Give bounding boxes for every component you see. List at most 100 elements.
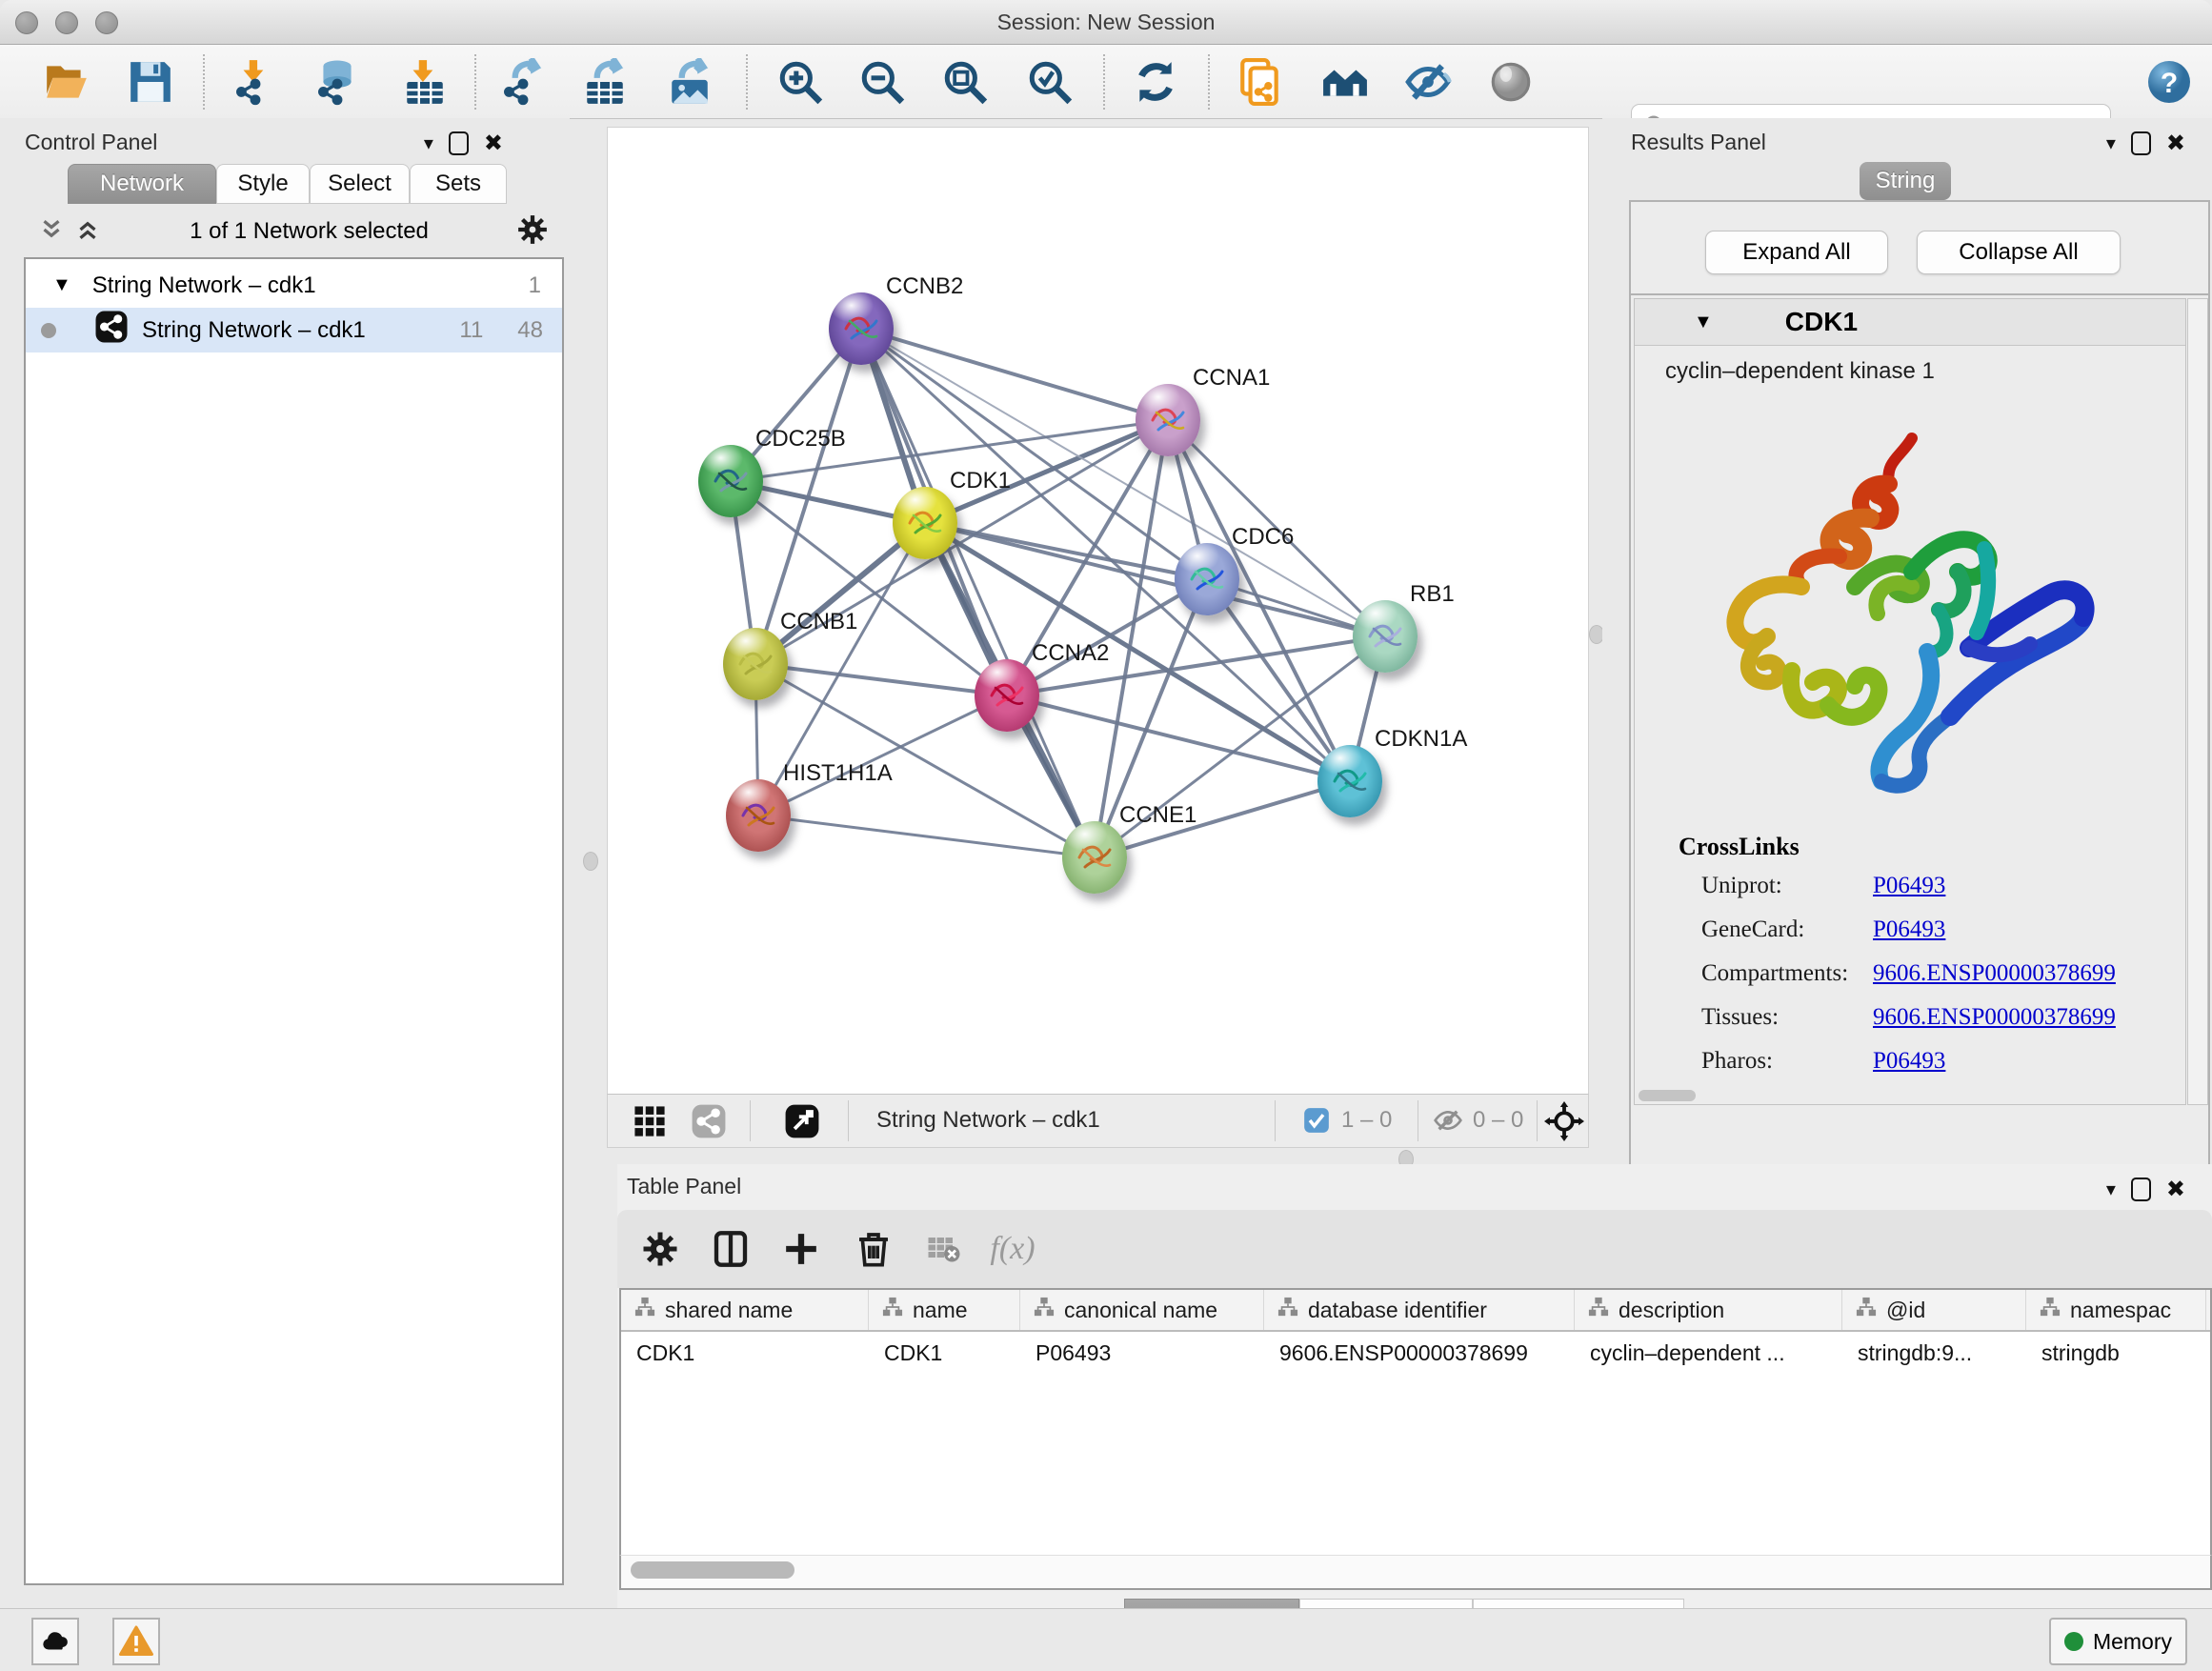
- network-canvas[interactable]: CCNB2CCNA1CDC25BCDK1CDC6RB1CCNB1CCNA2CDK…: [607, 127, 1589, 1096]
- network-node-CDC25B[interactable]: [698, 445, 763, 517]
- gene-header-row[interactable]: ▼ CDK1: [1635, 299, 2185, 346]
- import-network-database-button[interactable]: [312, 57, 362, 107]
- left-splitter-handle[interactable]: [583, 852, 598, 871]
- refresh-network-button[interactable]: [1131, 57, 1180, 107]
- export-network-button[interactable]: [498, 57, 548, 107]
- save-session-button[interactable]: [126, 57, 175, 107]
- panel-menu-icon[interactable]: ▾: [2106, 131, 2116, 155]
- network-node-CDC6[interactable]: [1175, 543, 1239, 615]
- tab-sets[interactable]: Sets: [410, 164, 507, 204]
- hide-selection-button[interactable]: [1403, 57, 1453, 107]
- birds-eye-view-icon[interactable]: [777, 1097, 827, 1146]
- memory-button[interactable]: Memory: [2049, 1618, 2187, 1665]
- panel-menu-icon[interactable]: ▾: [2106, 1178, 2116, 1201]
- clone-network-button[interactable]: [1236, 57, 1285, 107]
- close-panel-icon[interactable]: ✖: [484, 130, 503, 157]
- grid-view-icon[interactable]: [625, 1097, 674, 1146]
- export-image-button[interactable]: [665, 57, 714, 107]
- cloud-status-button[interactable]: [31, 1618, 79, 1665]
- network-node-CDK1[interactable]: [893, 487, 957, 559]
- column-header-shared-name[interactable]: shared name: [621, 1290, 869, 1330]
- panel-menu-icon[interactable]: ▾: [424, 131, 433, 155]
- create-column-plus-icon[interactable]: [775, 1223, 827, 1275]
- edge-CCNB2-RB1[interactable]: [861, 329, 1385, 636]
- crosslink-link[interactable]: P06493: [1873, 873, 1945, 899]
- table-hscroll-thumb[interactable]: [631, 1561, 794, 1579]
- export-table-button[interactable]: [580, 57, 630, 107]
- collapse-all-button[interactable]: Collapse All: [1917, 231, 2121, 274]
- table-cell[interactable]: cyclin–dependent ...: [1575, 1332, 1842, 1374]
- network-node-CCNE1[interactable]: [1062, 821, 1127, 894]
- column-header-description[interactable]: description: [1575, 1290, 1842, 1330]
- selected-checkbox-icon[interactable]: [1301, 1098, 1332, 1142]
- results-vscrollbar[interactable]: [2187, 298, 2208, 1105]
- network-node-CDKN1A[interactable]: [1317, 745, 1382, 817]
- network-node-CCNB1[interactable]: [723, 628, 788, 700]
- import-network-button[interactable]: [231, 57, 280, 107]
- tab-style[interactable]: Style: [216, 164, 310, 204]
- table-hscrollbar[interactable]: [619, 1555, 2212, 1590]
- edge-CCNB2-CCNA1[interactable]: [861, 329, 1168, 420]
- title-bar[interactable]: Session: New Session: [0, 0, 2212, 45]
- crosslink-link[interactable]: 9606.ENSP00000378699: [1873, 1004, 2116, 1031]
- network-node-CCNA1[interactable]: [1136, 384, 1200, 456]
- close-panel-icon[interactable]: ✖: [2166, 130, 2185, 157]
- tree-expander-icon[interactable]: ▼: [52, 274, 71, 296]
- help-button[interactable]: ?: [2144, 57, 2194, 107]
- column-header-canonical-name[interactable]: canonical name: [1020, 1290, 1264, 1330]
- crosslink-link[interactable]: P06493: [1873, 916, 1945, 943]
- close-panel-icon[interactable]: ✖: [2166, 1176, 2185, 1203]
- warnings-button[interactable]: [112, 1618, 160, 1665]
- network-collection-row[interactable]: ▼ String Network – cdk1 1: [26, 263, 562, 308]
- table-cell[interactable]: 9606.ENSP00000378699: [1264, 1332, 1575, 1374]
- column-header-namespac[interactable]: namespac: [2026, 1290, 2206, 1330]
- table-cell[interactable]: stringdb:9...: [1842, 1332, 2026, 1374]
- import-table-button[interactable]: [400, 57, 450, 107]
- collapse-all-networks-icon[interactable]: [37, 215, 66, 249]
- open-session-button[interactable]: [42, 57, 91, 107]
- network-node-CCNA2[interactable]: [975, 659, 1039, 732]
- expand-all-button[interactable]: Expand All: [1705, 231, 1888, 274]
- edge-CCNB1-CCNA2[interactable]: [755, 664, 1007, 695]
- results-hscroll-thumb[interactable]: [1639, 1090, 1696, 1101]
- first-neighbors-button[interactable]: [1320, 57, 1370, 107]
- tab-network[interactable]: Network: [68, 164, 216, 204]
- network-node-CCNB2[interactable]: [829, 292, 894, 365]
- edge-CCNB2-CCNE1[interactable]: [861, 329, 1095, 857]
- table-cell[interactable]: stringdb: [2026, 1332, 2206, 1374]
- show-all-button[interactable]: [1486, 57, 1536, 107]
- network-node-HIST1H1A[interactable]: [726, 779, 791, 852]
- column-header-name[interactable]: name: [869, 1290, 1020, 1330]
- float-panel-icon[interactable]: [2131, 1178, 2151, 1201]
- network-options-gear-icon[interactable]: [516, 213, 549, 251]
- table-cell[interactable]: CDK1: [621, 1332, 869, 1374]
- delete-column-trash-icon[interactable]: [848, 1223, 899, 1275]
- crosslink-link[interactable]: P06493: [1873, 1048, 1945, 1075]
- column-header--id[interactable]: @id: [1842, 1290, 2026, 1330]
- edge-HIST1H1A-CCNE1[interactable]: [758, 815, 1095, 857]
- edge-CCNA2-HIST1H1A[interactable]: [758, 695, 1007, 815]
- function-builder-icon[interactable]: f(x): [987, 1223, 1038, 1275]
- tab-string[interactable]: String: [1860, 162, 1951, 200]
- crosslink-link[interactable]: 9606.ENSP00000378699: [1873, 960, 2116, 987]
- float-panel-icon[interactable]: [449, 131, 469, 155]
- table-settings-gear-icon[interactable]: [634, 1223, 686, 1275]
- float-panel-icon[interactable]: [2131, 131, 2151, 155]
- tab-select[interactable]: Select: [310, 164, 410, 204]
- network-view-mode-icon[interactable]: [684, 1097, 734, 1146]
- zoom-selected-button[interactable]: [1025, 57, 1075, 107]
- network-row[interactable]: String Network – cdk1 11 48: [26, 308, 562, 352]
- zoom-fit-button[interactable]: [940, 57, 990, 107]
- hidden-eye-icon[interactable]: [1429, 1098, 1467, 1142]
- delete-table-icon[interactable]: [918, 1223, 970, 1275]
- network-node-RB1[interactable]: [1353, 600, 1418, 673]
- gene-expander-icon[interactable]: ▼: [1694, 312, 1713, 333]
- show-columns-icon[interactable]: [705, 1223, 756, 1275]
- zoom-out-button[interactable]: [857, 57, 907, 107]
- expand-all-networks-icon[interactable]: [73, 215, 102, 249]
- zoom-in-button[interactable]: [775, 57, 825, 107]
- column-header-database-identifier[interactable]: database identifier: [1264, 1290, 1575, 1330]
- table-cell[interactable]: P06493: [1020, 1332, 1264, 1374]
- fit-content-crosshair-icon[interactable]: [1539, 1097, 1589, 1146]
- table-row[interactable]: CDK1CDK1P064939606.ENSP00000378699cyclin…: [621, 1332, 2210, 1374]
